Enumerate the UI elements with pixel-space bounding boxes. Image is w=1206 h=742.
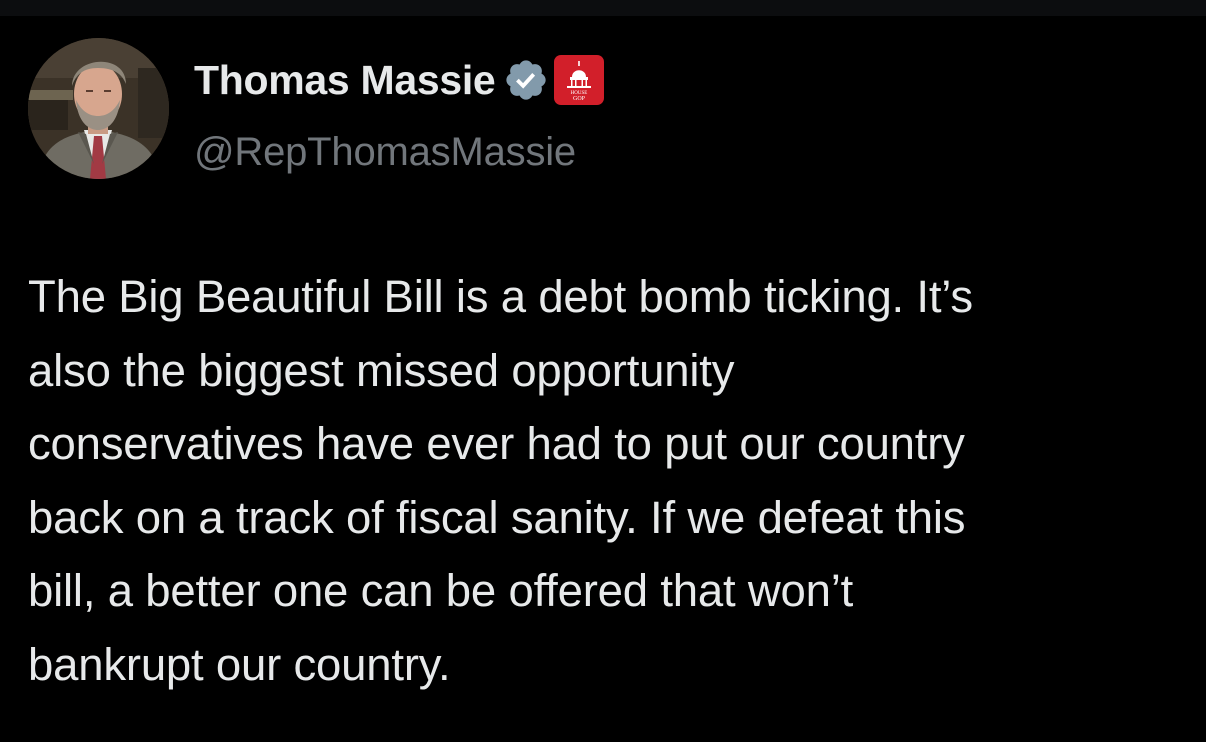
tweet-text: The Big Beautiful Bill is a debt bomb ti…	[28, 271, 973, 690]
display-name[interactable]: Thomas Massie	[194, 57, 496, 104]
svg-text:GOP: GOP	[573, 96, 586, 102]
verified-badge-icon[interactable]	[503, 57, 549, 103]
profile-photo	[28, 38, 169, 179]
author-handle[interactable]: @RepThomasMassie	[194, 130, 576, 175]
tweet-card: Thomas Massie HOUSE GOP @RepThomasMassie…	[0, 16, 1206, 742]
top-strip	[0, 0, 1206, 16]
house-gop-capitol-icon[interactable]: HOUSE GOP	[554, 55, 605, 105]
author-name-row: Thomas Massie HOUSE GOP	[194, 55, 605, 105]
avatar[interactable]	[28, 38, 169, 179]
